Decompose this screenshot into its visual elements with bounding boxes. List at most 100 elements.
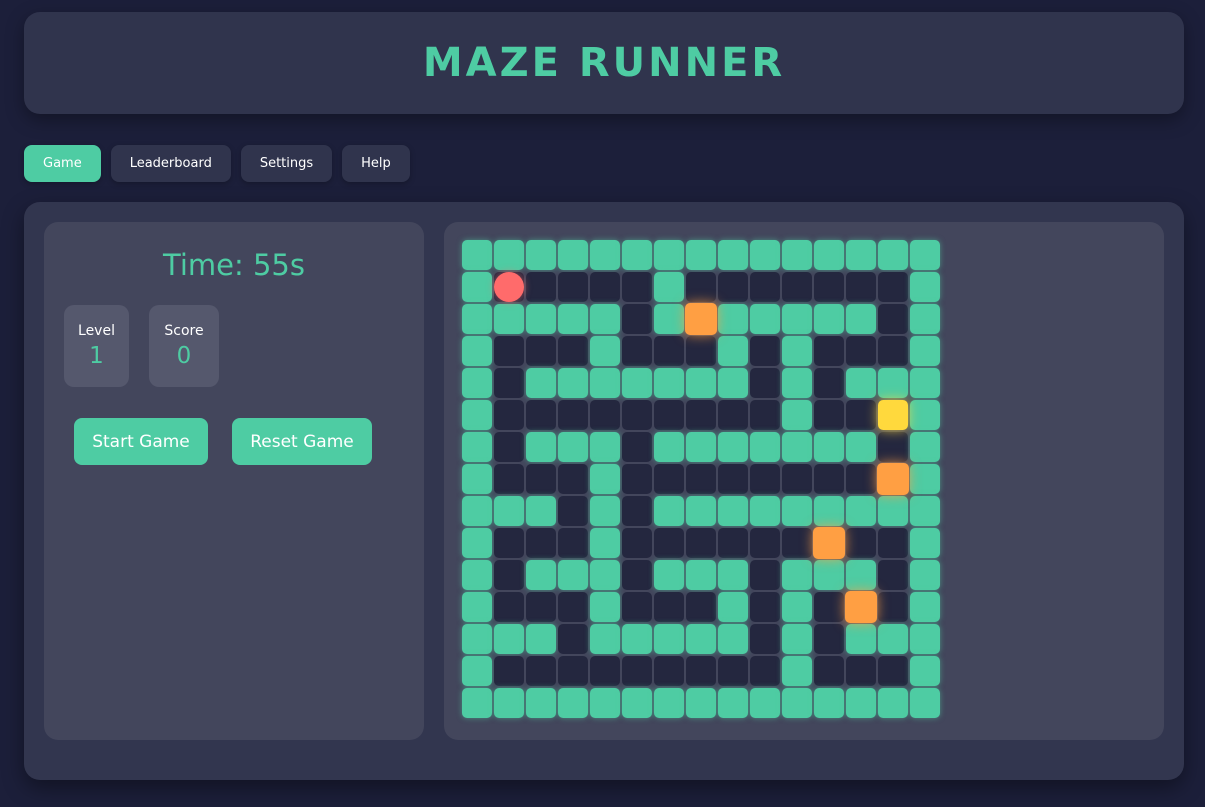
- maze-path-cell: [846, 528, 876, 558]
- tab-help[interactable]: Help: [342, 145, 410, 182]
- maze-wall-cell: [718, 592, 748, 622]
- maze-wall-cell: [846, 624, 876, 654]
- maze-path-cell: [622, 560, 652, 590]
- maze-path-cell: [878, 272, 908, 302]
- maze-path-cell: [526, 464, 556, 494]
- maze-wall-cell: [814, 688, 844, 718]
- maze-path-cell: [494, 336, 524, 366]
- maze-wall-cell: [718, 688, 748, 718]
- maze-wall-cell: [590, 304, 620, 334]
- maze-path-cell: [654, 656, 684, 686]
- maze-path-cell: [494, 400, 524, 430]
- maze-path-cell: [558, 464, 588, 494]
- maze-path-cell: [846, 400, 876, 430]
- maze-wall-cell: [590, 336, 620, 366]
- maze-wall-cell: [782, 304, 812, 334]
- maze-path-cell: [558, 272, 588, 302]
- maze-wall-cell: [782, 624, 812, 654]
- maze-wall-cell: [814, 432, 844, 462]
- maze-wall-cell: [718, 368, 748, 398]
- maze-wall-cell: [654, 560, 684, 590]
- maze-path-cell: [878, 560, 908, 590]
- maze-wall-cell: [878, 624, 908, 654]
- maze-wall-cell: [558, 432, 588, 462]
- maze-path-cell: [622, 272, 652, 302]
- maze-path-cell: [494, 464, 524, 494]
- maze-wall-cell: [526, 240, 556, 270]
- maze-path-cell: [814, 400, 844, 430]
- maze-path-cell: [558, 592, 588, 622]
- maze-wall-cell: [494, 496, 524, 526]
- maze-wall-cell: [622, 240, 652, 270]
- maze-wall-cell: [558, 560, 588, 590]
- maze-path-cell: [750, 400, 780, 430]
- maze-wall-cell: [718, 336, 748, 366]
- maze-wall-cell: [910, 272, 940, 302]
- maze-wall-cell: [782, 400, 812, 430]
- maze-wall-cell: [462, 464, 492, 494]
- maze-wall-cell: [878, 240, 908, 270]
- maze-path-cell: [494, 368, 524, 398]
- score-value: 0: [176, 343, 192, 369]
- maze-wall-cell: [462, 624, 492, 654]
- maze-wall-cell: [654, 688, 684, 718]
- maze-wall-cell: [590, 688, 620, 718]
- start-game-button[interactable]: Start Game: [74, 418, 208, 465]
- reset-game-button[interactable]: Reset Game: [232, 418, 372, 465]
- maze-path-cell: [622, 496, 652, 526]
- maze-wall-cell: [718, 432, 748, 462]
- maze-wall-cell: [654, 496, 684, 526]
- maze-wall-cell: [526, 688, 556, 718]
- maze-wall-cell: [590, 624, 620, 654]
- maze-wall-cell: [590, 560, 620, 590]
- level-label: Level: [78, 323, 115, 339]
- maze-path-cell: [814, 272, 844, 302]
- maze-wall-cell: [750, 432, 780, 462]
- maze-wall-cell: [718, 624, 748, 654]
- maze-wall-cell: [782, 560, 812, 590]
- maze-wall-cell: [686, 496, 716, 526]
- maze-grid[interactable]: [462, 240, 944, 722]
- timer-display: Time: 55s: [163, 248, 305, 282]
- maze-wall-cell: [686, 368, 716, 398]
- maze-path-cell: [718, 528, 748, 558]
- maze-path-cell: [686, 464, 716, 494]
- maze-path-cell: [750, 656, 780, 686]
- maze-wall-cell: [526, 368, 556, 398]
- maze-wall-cell: [462, 336, 492, 366]
- maze-path-cell: [526, 656, 556, 686]
- maze-path-cell: [494, 432, 524, 462]
- tab-leaderboard[interactable]: Leaderboard: [110, 145, 231, 182]
- maze-wall-cell: [910, 496, 940, 526]
- maze-wall-cell: [590, 464, 620, 494]
- maze-wall-cell: [782, 336, 812, 366]
- maze-path-cell: [590, 656, 620, 686]
- maze-path-cell: [878, 656, 908, 686]
- maze-wall-cell: [782, 592, 812, 622]
- maze-path-cell: [686, 592, 716, 622]
- maze-wall-cell: [622, 368, 652, 398]
- maze-wall-cell: [590, 368, 620, 398]
- maze-wall-cell: [846, 432, 876, 462]
- maze-wall-cell: [686, 624, 716, 654]
- maze-path-cell: [590, 400, 620, 430]
- tab-settings[interactable]: Settings: [240, 145, 333, 182]
- maze-wall-cell: [910, 336, 940, 366]
- maze-wall-cell: [558, 240, 588, 270]
- maze-wall-cell: [910, 240, 940, 270]
- maze-path-cell: [814, 368, 844, 398]
- tab-game[interactable]: Game: [24, 145, 101, 182]
- maze-path-cell: [654, 464, 684, 494]
- maze-path-cell: [654, 592, 684, 622]
- maze-path-cell: [750, 624, 780, 654]
- maze-wall-cell: [590, 432, 620, 462]
- maze-path-cell: [878, 336, 908, 366]
- maze-wall-cell: [462, 656, 492, 686]
- maze-wall-cell: [750, 688, 780, 718]
- maze-wall-cell: [526, 624, 556, 654]
- maze-wall-cell: [814, 560, 844, 590]
- maze-path-cell: [846, 336, 876, 366]
- maze-wall-cell: [846, 240, 876, 270]
- maze-path-cell: [494, 560, 524, 590]
- maze-wall-cell: [526, 304, 556, 334]
